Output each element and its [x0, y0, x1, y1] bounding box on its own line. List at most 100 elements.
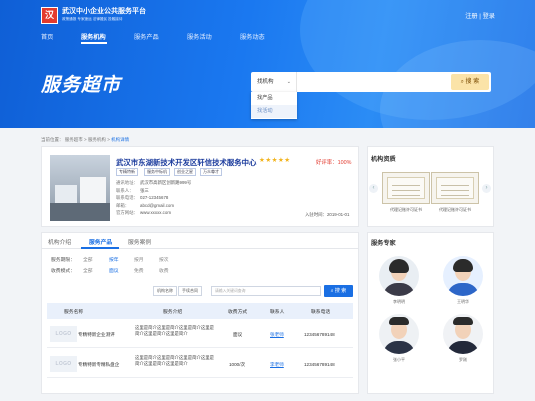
- filter-label: 服务期限：: [51, 258, 75, 263]
- filter-option[interactable]: 全部: [83, 267, 93, 274]
- dropdown-option-products[interactable]: 找产品: [251, 92, 297, 105]
- column-header: 服务介绍: [163, 310, 183, 315]
- breadcrumb-separator: >: [84, 137, 87, 142]
- filter-option[interactable]: 全部: [83, 256, 93, 263]
- nav-item-service-orgs[interactable]: 服务机构: [81, 32, 106, 41]
- tab-service-products[interactable]: 服务产品: [89, 237, 112, 246]
- search-icon: ⌕: [460, 79, 464, 85]
- filter-option[interactable]: 免费: [134, 267, 144, 274]
- hero-search-bar: 找机构 ⌄ ⌕ 搜 索: [251, 72, 491, 92]
- search-icon: ⌕: [330, 288, 334, 294]
- certificate-image[interactable]: [382, 172, 430, 204]
- dropdown-option-activities[interactable]: 找活动: [251, 105, 297, 118]
- site-title: 武汉中小企业公共服务平台: [62, 8, 146, 15]
- service-desc: 这里是简介这里是简介这里是简介这里是简介这里是简介这里是简介: [135, 325, 215, 336]
- table-row[interactable]: LOGO 专精特新专精私盘企 这里是简介这里是简介这里是简介这里是简介这里是简介…: [47, 350, 353, 378]
- tab-service-cases[interactable]: 服务案例: [128, 237, 151, 246]
- column-header: 服务名称: [64, 310, 84, 315]
- tab-org-intro[interactable]: 机构介绍: [48, 237, 71, 246]
- product-search-button[interactable]: ⌕ 搜 索: [324, 285, 353, 297]
- nav-item-service-activities[interactable]: 服务活动: [187, 32, 212, 41]
- filter-option[interactable]: 收费: [159, 267, 169, 274]
- service-logo: LOGO: [50, 326, 77, 342]
- search-field-contract[interactable]: 手续合同: [178, 286, 202, 296]
- contact-phone: 123456789148: [304, 332, 335, 337]
- avatar-body: [447, 283, 479, 296]
- avatar-hair: [453, 259, 473, 272]
- expert-avatar[interactable]: [379, 256, 419, 296]
- expert-avatar[interactable]: [379, 314, 419, 354]
- filter-option-active[interactable]: 按年: [109, 256, 119, 263]
- search-type-select[interactable]: 找机构 ⌄: [251, 72, 297, 92]
- certificate-text-line: [441, 185, 469, 186]
- chevron-right-icon[interactable]: ›: [482, 184, 491, 193]
- chevron-down-icon: ⌄: [286, 79, 291, 85]
- photo-ground: [50, 203, 110, 221]
- nav-active-underline: [81, 42, 107, 44]
- nav-item-service-news[interactable]: 服务动态: [240, 32, 265, 41]
- top-bar: 汉 武汉中小企业公共服务平台 政策通报 专家速运 法律援民 投融接待 注册 | …: [0, 0, 535, 30]
- service-logo: LOGO: [50, 356, 77, 372]
- detail-email: 邮箱： abcd@gmail.com: [116, 202, 174, 208]
- filter-option[interactable]: 按次: [159, 256, 169, 263]
- expert-avatar[interactable]: [443, 256, 483, 296]
- fee-mode: 面议: [233, 332, 243, 337]
- contact-person[interactable]: 李老师: [270, 362, 284, 368]
- breadcrumb-item[interactable]: 服务机构: [88, 137, 106, 142]
- search-input[interactable]: [301, 75, 441, 89]
- chevron-left-icon[interactable]: ‹: [369, 184, 378, 193]
- filter-option-active[interactable]: 面议: [109, 267, 119, 274]
- service-name[interactable]: 专精特新企业测评: [78, 332, 115, 338]
- filter-label: 收费模式：: [51, 269, 75, 274]
- certificate-text-line: [392, 190, 420, 191]
- detail-website: 官方网站： www.xxxxx.com: [116, 210, 171, 215]
- breadcrumb-separator: >: [107, 137, 110, 142]
- breadcrumb-current: 机构详情: [111, 137, 130, 142]
- tab-active-underline: [81, 247, 119, 249]
- photo-building: [55, 185, 77, 205]
- star-rating: ★★★★★: [259, 157, 291, 164]
- filter-option[interactable]: 按月: [134, 256, 144, 263]
- site-subtitle: 政策通报 专家速运 法律援民 投融接待: [62, 17, 123, 21]
- avatar-body: [383, 341, 415, 354]
- certificate-image[interactable]: [431, 172, 479, 204]
- detail-contact: 联系人： 张三: [116, 187, 149, 193]
- contact-person[interactable]: 张老师: [270, 332, 284, 338]
- filter-fee-mode: 收费模式： 全部 面议 免费 收费: [51, 267, 169, 274]
- avatar-hair: [389, 259, 409, 273]
- certificate-text-line: [441, 190, 469, 191]
- filter-service-period: 服务期限： 全部 按年 按月 按次: [51, 256, 169, 263]
- fee-mode: 1000/次: [229, 362, 246, 367]
- join-time: 入驻时间：2019-01-01: [305, 212, 349, 218]
- search-button[interactable]: ⌕ 搜 索: [451, 74, 489, 90]
- service-name[interactable]: 专精特新专精私盘企: [78, 362, 119, 368]
- positive-rate: 好评率：100%: [316, 158, 351, 166]
- nav-item-service-products[interactable]: 服务产品: [134, 32, 159, 41]
- product-search-bar: 机构名称 手续合同 请输入关键词查询 ⌕ 搜 索: [147, 285, 353, 298]
- expert-name[interactable]: 王明华: [443, 299, 483, 305]
- contact-phone: 123456789148: [304, 362, 335, 367]
- org-photo: [50, 155, 110, 221]
- site-logo[interactable]: 汉: [41, 7, 58, 24]
- product-search-input[interactable]: 请输入关键词查询: [211, 286, 321, 296]
- search-type-dropdown: 找产品 找活动: [251, 92, 297, 119]
- search-button-label: 搜 索: [465, 79, 480, 85]
- service-desc: 这里是简介这里是简介这里是简介这里是简介这里是简介这里是简介: [135, 355, 215, 366]
- avatar-hair: [453, 317, 473, 325]
- expert-name[interactable]: 李明明: [379, 299, 419, 305]
- positive-rate-label: 好评率：: [316, 160, 338, 166]
- table-row[interactable]: LOGO 专精特新企业测评 这里是简介这里是简介这里是简介这里是简介这里是简介这…: [47, 320, 353, 348]
- avatar-body: [447, 341, 479, 354]
- certificate-caption: 代理记账许可证书: [439, 207, 471, 212]
- experts-card: [367, 232, 494, 394]
- expert-name[interactable]: 张小平: [379, 357, 419, 363]
- search-field-org-name[interactable]: 机构名称: [153, 286, 177, 296]
- expert-avatar[interactable]: [443, 314, 483, 354]
- register-login-link[interactable]: 注册 | 登录: [465, 11, 495, 20]
- nav-item-home[interactable]: 首页: [41, 32, 53, 41]
- search-type-value: 找机构: [257, 79, 274, 85]
- expert-name[interactable]: 罗刚: [443, 357, 483, 363]
- breadcrumb-item[interactable]: 服务超市: [65, 137, 83, 142]
- avatar-body: [383, 283, 415, 296]
- column-header: 联系人: [270, 310, 285, 315]
